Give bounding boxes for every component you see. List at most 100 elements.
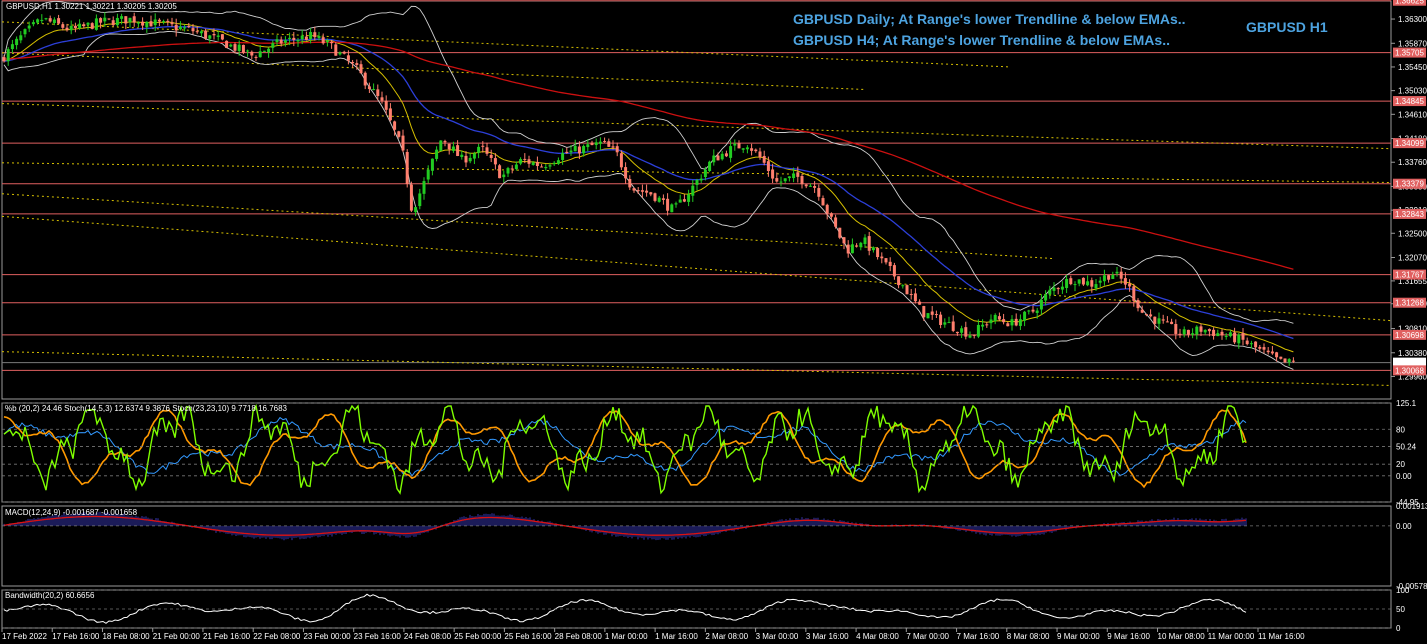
time-tick-label: 9 Mar 00:00 [1057,632,1100,641]
candle-body [876,248,880,258]
candle-body [69,25,73,31]
level-tag-label: 1.34845 [1395,97,1424,106]
candle-body [401,135,405,151]
candle-body [573,145,577,152]
candle-body [611,146,615,148]
candle-body [506,168,510,174]
candle-body [1119,271,1123,279]
candle-body [111,20,115,26]
candle-body [1195,326,1199,335]
candle-body [640,190,644,192]
candle-body [892,265,896,277]
candle-body [187,25,191,27]
candle-body [1115,271,1119,274]
candle-body [1086,281,1090,286]
candle-body [439,140,443,151]
candle-body [1006,323,1010,327]
candle-body [603,141,607,143]
candle-body [136,22,140,24]
candle-body [237,44,241,51]
candle-body [414,207,418,213]
candle-body [779,181,783,183]
candle-body [157,19,161,22]
candle-body [1207,329,1211,332]
candle-body [1035,310,1039,313]
candle-body [283,40,287,43]
time-tick-label: 11 Mar 16:00 [1258,632,1305,641]
candle-body [296,40,300,42]
macd-tick-label: 0.00 [1396,522,1412,531]
time-tick-label: 17 Feb 16:00 [52,632,100,641]
candle-body [842,237,846,244]
candle-body [300,35,304,40]
time-tick-label: 22 Feb 08:00 [253,632,301,641]
candle-body [666,198,670,211]
candle-body [27,25,31,29]
candle-body [1233,332,1237,343]
candle-body [94,18,98,30]
price-tick-label: 1.35030 [1398,87,1427,96]
candle-body [338,52,342,55]
candle-body [124,16,128,24]
candle-body [477,146,481,153]
candle-body [691,185,695,196]
time-tick-label: 11 Mar 00:00 [1208,632,1255,641]
level-tag-label: 1.36625 [1395,0,1424,6]
candle-body [254,56,258,58]
candle-body [325,40,329,43]
candle-body [258,51,262,58]
candle-body [447,143,451,150]
osc-tick-label: 125.1 [1396,399,1417,408]
bollinger-bands [3,0,1294,370]
candle-body [216,35,220,37]
candle-body [960,328,964,333]
candle-body [1102,275,1106,282]
candle-body [460,154,464,158]
candle-body [73,25,77,28]
candle-body [771,169,775,179]
stoch-main-line [3,409,1247,489]
trend-line [1,103,1392,150]
candle-body [712,155,716,163]
candle-body [1291,360,1295,362]
candle-body [502,174,506,178]
time-tick-label: 3 Mar 00:00 [756,632,799,641]
candle-body [624,167,628,179]
candle-body [191,28,195,32]
time-tick-label: 18 Feb 08:00 [102,632,150,641]
candle-body [787,176,791,179]
candle-body [208,35,212,39]
candle-body [569,150,573,153]
candle-body [1270,351,1274,354]
candle-body [758,151,762,158]
ema-mid-line [3,25,1294,340]
time-tick-label: 1 Mar 00:00 [605,632,648,641]
candle-body [2,57,6,62]
candle-body [145,21,149,28]
candle-body [519,159,523,164]
candle-body [577,146,581,154]
candle-body [838,227,842,238]
candle-body [556,160,560,164]
candle-body [456,145,460,157]
candle-body [267,48,271,53]
candle-body [544,166,548,169]
candle-body [540,166,544,168]
candle-body [850,244,854,254]
candle-body [1060,286,1064,290]
candle-body [44,18,48,20]
candle-body [1056,288,1060,290]
candle-body [527,159,531,164]
candle-body [997,316,1001,320]
trading-chart[interactable]: 1.363001.358701.354501.350301.346101.341… [0,0,1427,644]
candle-body [120,16,124,19]
candle-body [1132,286,1136,301]
candle-body [443,141,447,143]
candle-body [594,142,598,146]
candle-body [250,51,254,56]
bollinger-lower [3,31,1294,370]
candle-body [1224,335,1228,337]
candle-body [586,144,590,148]
candle-body [430,158,434,171]
candle-body [174,24,178,31]
